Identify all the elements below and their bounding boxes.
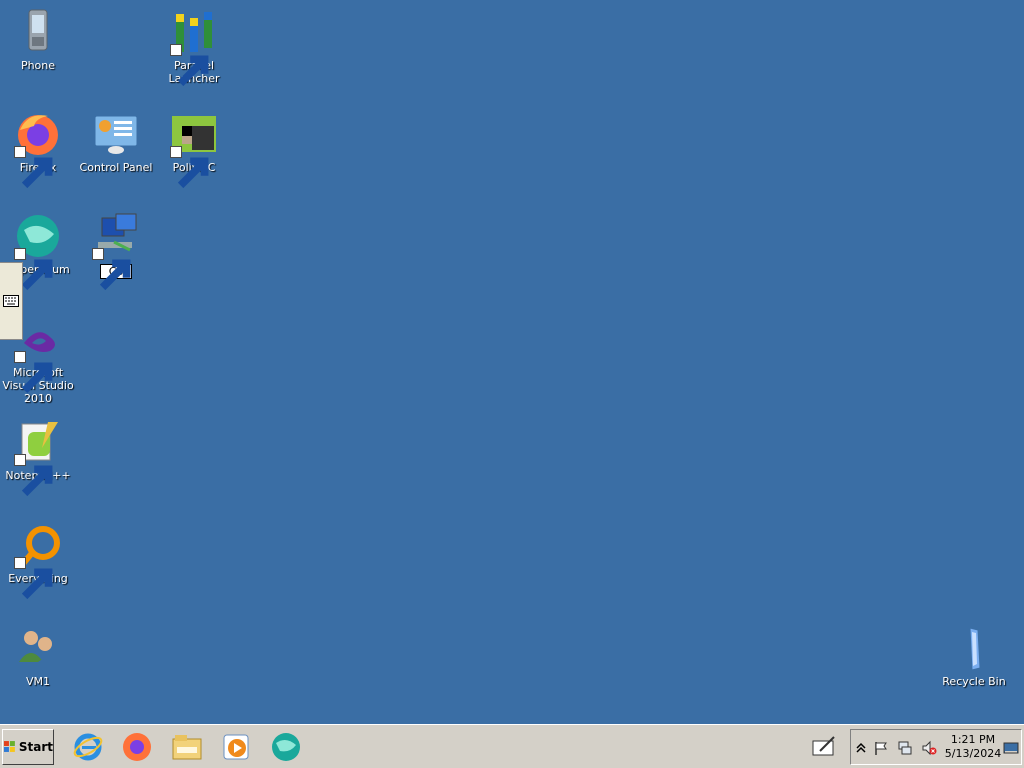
users-group-icon — [14, 624, 62, 672]
icon-label: VM1 — [25, 675, 50, 688]
clock-time: 1:21 PM — [950, 733, 996, 746]
shortcut-arrow-icon — [14, 351, 53, 394]
shortcut-arrow-icon — [14, 557, 53, 600]
network-computers-icon — [92, 212, 140, 291]
pen-input-button[interactable] — [806, 729, 842, 765]
start-label: Start — [18, 740, 53, 754]
shortcut-arrow-icon — [170, 44, 209, 87]
quicklaunch-firefox[interactable] — [119, 729, 155, 765]
parallel-launcher-icon — [170, 8, 218, 87]
system-tray: 1:21 PM 5/13/2024 — [850, 729, 1022, 765]
start-button[interactable]: Start — [2, 729, 54, 765]
supermium-icon — [14, 212, 62, 291]
onscreen-keyboard-tab[interactable] — [0, 262, 23, 340]
firefox-icon — [123, 733, 151, 761]
pollymc-icon — [170, 110, 218, 189]
icon-label: Recycle Bin — [942, 675, 1006, 688]
desktop-icon-network[interactable]: Co — [78, 212, 154, 291]
recycle-bin-icon — [950, 624, 998, 672]
clock-date: 5/13/2024 — [944, 747, 1002, 760]
shortcut-arrow-icon — [14, 248, 53, 291]
taskbar: Start 1:21 PM 5/13/2024 — [0, 724, 1024, 768]
action-center-flag-icon[interactable] — [873, 740, 889, 756]
quicklaunch-supermium[interactable] — [268, 729, 304, 765]
pen-tablet-icon — [812, 736, 835, 756]
show-hidden-icon[interactable] — [853, 740, 869, 756]
desktop[interactable]: Phone Parallel Launcher Firefox Control … — [0, 0, 1024, 724]
supermium-icon — [272, 733, 300, 761]
icon-label: Control Panel — [79, 161, 153, 174]
desktop-icon-parallel-launcher[interactable]: Parallel Launcher — [156, 8, 232, 87]
volume-muted-icon[interactable] — [921, 740, 937, 756]
ie-icon — [73, 733, 103, 761]
desktop-icon-notepadpp[interactable]: Notepad++ — [0, 418, 76, 497]
shortcut-arrow-icon — [14, 146, 53, 189]
shortcut-arrow-icon — [92, 248, 131, 291]
quicklaunch-ie[interactable] — [70, 729, 106, 765]
everything-search-icon — [14, 521, 62, 600]
clock[interactable]: 1:21 PM 5/13/2024 — [943, 733, 1003, 761]
quicklaunch-media-player[interactable] — [218, 729, 254, 765]
notepadpp-icon — [14, 418, 62, 497]
desktop-icon-everything[interactable]: Everything — [0, 521, 76, 600]
shortcut-arrow-icon — [170, 146, 209, 189]
desktop-icon-phone[interactable]: Phone — [0, 8, 76, 72]
firefox-icon — [14, 110, 62, 189]
desktop-icon-firefox[interactable]: Firefox — [0, 110, 76, 189]
desktop-icon-control-panel[interactable]: Control Panel — [78, 110, 154, 174]
keyboard-icon — [3, 295, 19, 307]
desktop-icon-recycle-bin[interactable]: Recycle Bin — [936, 624, 1012, 688]
network-icon[interactable] — [897, 740, 913, 756]
media-player-icon — [223, 734, 249, 760]
show-desktop-icon[interactable] — [1003, 740, 1019, 756]
desktop-icon-pollymc[interactable]: PollyMC — [156, 110, 232, 189]
control-panel-icon — [92, 110, 140, 158]
explorer-icon — [172, 735, 202, 760]
shortcut-arrow-icon — [14, 454, 53, 497]
windows-flag-icon — [3, 741, 15, 752]
quicklaunch-explorer[interactable] — [169, 729, 205, 765]
desktop-icon-vm1[interactable]: VM1 — [0, 624, 76, 688]
icon-label: Phone — [20, 59, 56, 72]
phone-icon — [14, 8, 62, 56]
